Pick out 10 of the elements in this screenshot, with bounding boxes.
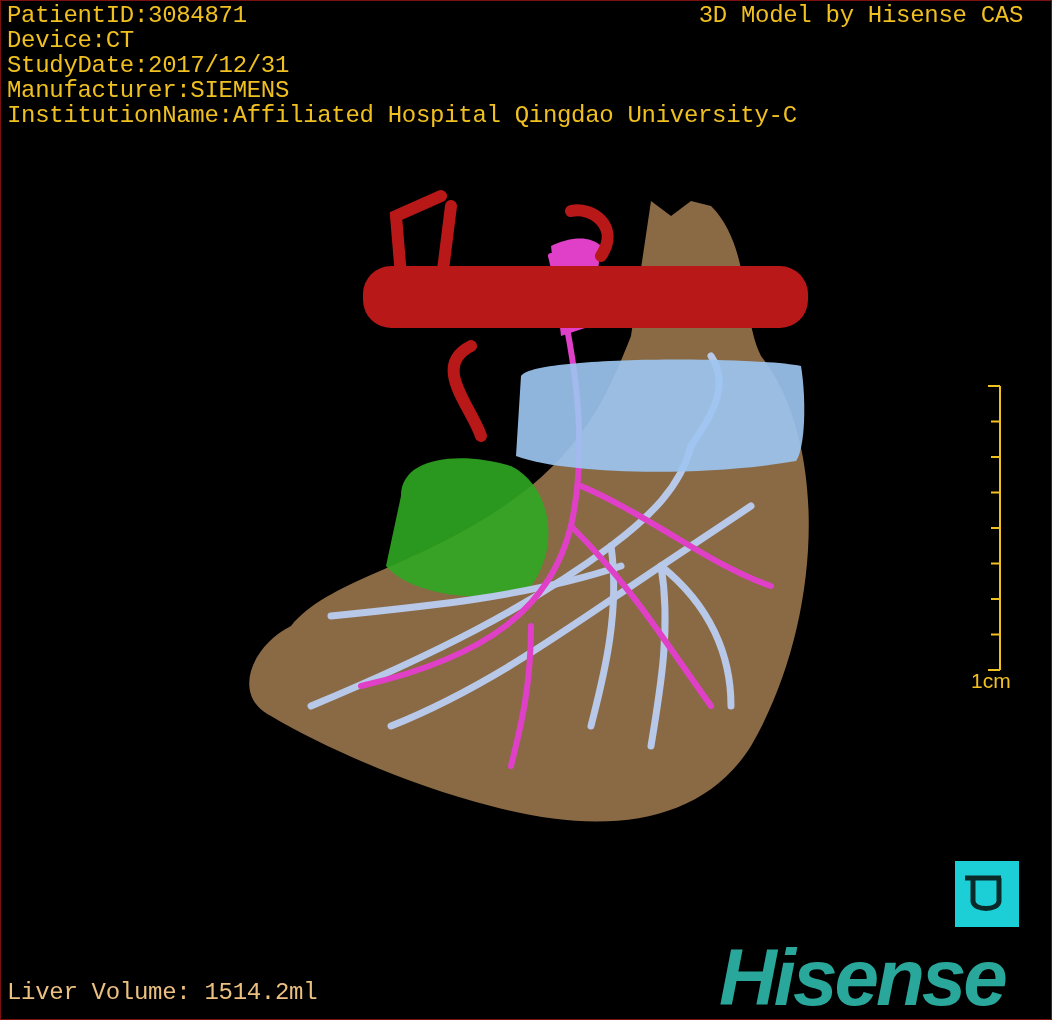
brand-wordmark: Hisense <box>719 938 1005 1018</box>
patient-info-text: Device:CT <box>7 28 134 53</box>
logo-icon <box>955 861 1019 927</box>
scale-label: 1cm <box>971 669 1011 693</box>
patient-info-text: StudyDate:2017/12/31 <box>7 53 290 78</box>
patient-info-text: Manufacturer:SIEMENS <box>7 78 290 103</box>
patient-info-text: InstitutionName:Affiliated Hospital Qingdao University-C <box>7 103 797 128</box>
model-title: 3D Model by Hisense CAS <box>698 3 1023 28</box>
liver-volume-text: Liver Volume: 1514.2ml <box>7 980 318 1005</box>
patient-info-text: PatientID:3084871 <box>7 3 247 28</box>
